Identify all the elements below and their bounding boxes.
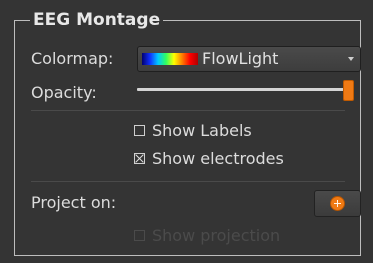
colormap-selected-value: FlowLight [202,49,279,68]
show-projection-label: Show projection [152,226,281,245]
project-on-add-button[interactable] [314,190,361,217]
separator [31,181,345,182]
show-labels-checkbox-box[interactable] [134,125,145,136]
project-on-label: Project on: [31,193,117,212]
chevron-down-icon [348,57,354,61]
opacity-slider-track[interactable] [137,88,349,91]
opacity-label: Opacity: [31,83,97,102]
show-labels-label: Show Labels [152,121,252,140]
separator [31,110,345,111]
colormap-swatch [142,53,198,65]
group-title: EEG Montage [30,9,164,31]
show-electrodes-checkbox-box[interactable] [134,153,145,164]
colormap-dropdown[interactable]: FlowLight [137,46,361,72]
add-circle-icon [330,196,345,211]
opacity-slider-handle[interactable] [343,80,354,101]
show-projection-checkbox-box[interactable] [134,230,145,241]
colormap-label: Colormap: [31,49,114,68]
show-electrodes-label: Show electrodes [152,149,284,168]
